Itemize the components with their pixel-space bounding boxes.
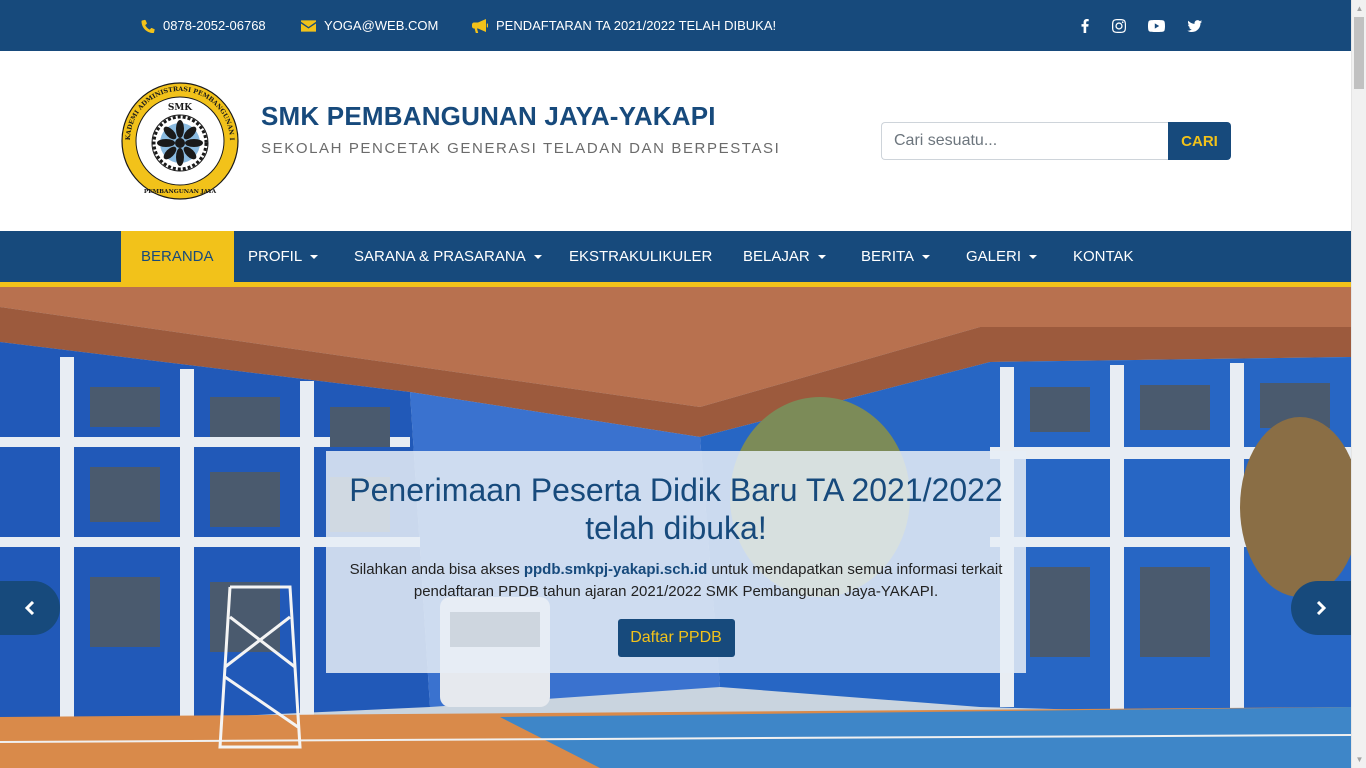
search-input[interactable]: [881, 122, 1168, 160]
phone-icon: [141, 19, 155, 33]
envelope-icon: [301, 19, 316, 32]
carousel-next-button[interactable]: [1291, 581, 1351, 635]
nav-item-sarana-prasarana[interactable]: SARANA & PRASARANA: [334, 231, 562, 282]
nav-item-profil[interactable]: PROFIL: [228, 231, 338, 282]
caption-text: Silahkan anda bisa akses ppdb.smkpj-yaka…: [326, 559, 1026, 603]
daftar-ppdb-button[interactable]: Daftar PPDB: [617, 619, 735, 657]
nav-item-label: SARANA & PRASARANA: [354, 248, 526, 265]
facebook-icon: [1081, 18, 1089, 33]
announcement-text: PENDAFTARAN TA 2021/2022 TELAH DIBUKA!: [496, 18, 777, 33]
hero-carousel: Penerimaan Peserta Didik Baru TA 2021/20…: [0, 287, 1351, 768]
caption-text-before: Silahkan anda bisa akses: [349, 561, 524, 578]
logo-top-text: SMK: [168, 103, 193, 113]
instagram-link[interactable]: [1107, 0, 1131, 51]
nav-item-label: KONTAK: [1073, 248, 1134, 265]
search-form: CARI: [881, 122, 1231, 160]
nav-item-beranda[interactable]: BERANDA: [121, 231, 234, 282]
site-tagline: SEKOLAH PENCETAK GENERASI TELADAN DAN BE…: [261, 140, 781, 157]
nav-item-ekstrakulikuler[interactable]: EKSTRAKULIKULER: [549, 231, 732, 282]
carousel-prev-button[interactable]: [0, 581, 60, 635]
ppdb-link[interactable]: ppdb.smkpj-yakapi.sch.id: [524, 561, 707, 578]
announcement[interactable]: PENDAFTARAN TA 2021/2022 TELAH DIBUKA!: [472, 0, 776, 51]
twitter-link[interactable]: [1182, 0, 1206, 51]
nav-item-label: BERANDA: [141, 248, 214, 265]
main-nav: BERANDA PROFIL SARANA & PRASARANA EKSTRA…: [0, 231, 1351, 282]
nav-item-label: BELAJAR: [743, 248, 810, 265]
caret-down-icon: [310, 254, 319, 259]
nav-item-belajar[interactable]: BELAJAR: [723, 231, 846, 282]
top-bar: 0878-2052-06768 YOGA@WEB.COM PENDAFTARAN…: [0, 0, 1351, 51]
phone-text: 0878-2052-06768: [163, 18, 266, 33]
contact-phone[interactable]: 0878-2052-06768: [141, 0, 266, 51]
page-scrollbar[interactable]: ▲ ▼: [1351, 0, 1366, 768]
carousel-caption: Penerimaan Peserta Didik Baru TA 2021/20…: [326, 451, 1026, 673]
site-header: YAYASAN AKADEMI ADMINISTRASI PEMBANGUNAN…: [0, 51, 1351, 231]
facebook-link[interactable]: [1073, 0, 1097, 51]
megaphone-icon: [472, 18, 488, 33]
contact-email[interactable]: YOGA@WEB.COM: [301, 0, 438, 51]
nav-item-label: BERITA: [861, 248, 915, 265]
caret-down-icon: [922, 254, 931, 259]
chevron-right-icon: [1316, 601, 1327, 615]
caret-down-icon: [533, 254, 542, 259]
nav-item-label: EKSTRAKULIKULER: [569, 248, 713, 265]
scroll-up-icon[interactable]: ▲: [1352, 0, 1366, 17]
nav-item-berita[interactable]: BERITA: [841, 231, 950, 282]
scroll-down-icon[interactable]: ▼: [1352, 751, 1366, 768]
nav-item-kontak[interactable]: KONTAK: [1053, 231, 1154, 282]
nav-item-label: PROFIL: [248, 248, 303, 265]
youtube-icon: [1147, 19, 1165, 32]
twitter-icon: [1186, 19, 1202, 32]
caption-heading: Penerimaan Peserta Didik Baru TA 2021/20…: [349, 472, 1003, 546]
instagram-icon: [1112, 18, 1126, 33]
chevron-left-icon: [24, 601, 35, 615]
email-text: YOGA@WEB.COM: [324, 18, 439, 33]
nav-item-galeri[interactable]: GALERI: [946, 231, 1057, 282]
youtube-link[interactable]: [1144, 0, 1168, 51]
site-title[interactable]: SMK PEMBANGUNAN JAYA-YAKAPI: [261, 101, 716, 132]
scroll-thumb[interactable]: [1354, 17, 1364, 89]
caret-down-icon: [1029, 254, 1038, 259]
logo-bottom-text: PEMBANGUNAN JAYA: [144, 189, 217, 195]
search-button[interactable]: CARI: [1168, 122, 1231, 160]
nav-item-label: GALERI: [966, 248, 1022, 265]
caret-down-icon: [817, 254, 826, 259]
school-logo[interactable]: YAYASAN AKADEMI ADMINISTRASI PEMBANGUNAN…: [118, 76, 239, 201]
